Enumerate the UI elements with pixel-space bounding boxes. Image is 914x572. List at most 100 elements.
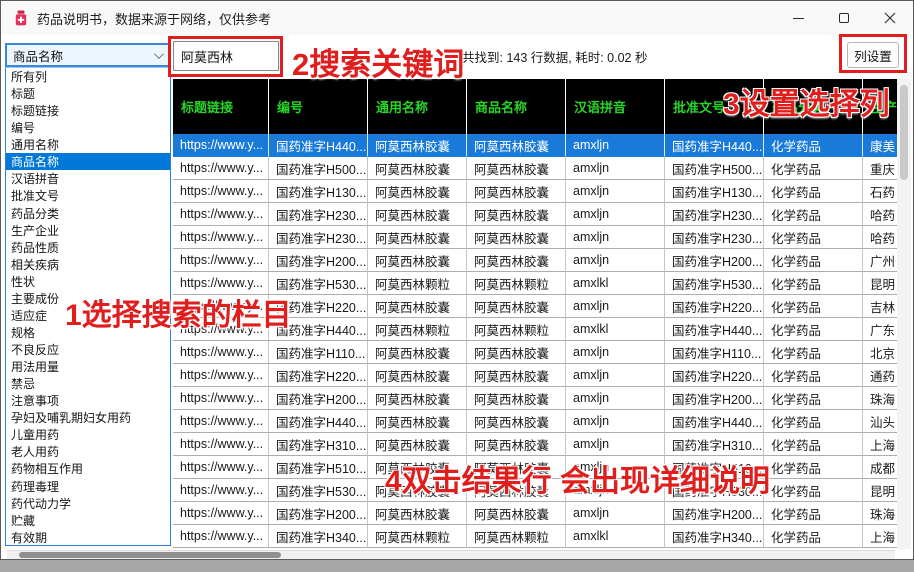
table-cell: 国药准字H500... — [269, 157, 368, 180]
vertical-scrollbar-thumb[interactable] — [900, 85, 908, 180]
column-header[interactable]: 通用名称 — [368, 79, 467, 134]
table-row[interactable]: https://www.y...国药准字H130...阿莫西林胶囊阿莫西林胶囊a… — [173, 180, 897, 203]
table-cell: 国药准字H230... — [665, 226, 764, 249]
table-cell: https://www.y... — [173, 364, 269, 387]
table-cell: 阿莫西林胶囊 — [368, 249, 467, 272]
column-header[interactable]: 商品名称 — [467, 79, 566, 134]
list-item[interactable]: 药品分类 — [6, 205, 170, 222]
list-item[interactable]: 老人用药 — [6, 443, 170, 460]
horizontal-scrollbar[interactable] — [7, 550, 895, 559]
list-item[interactable]: 药代动力学 — [6, 495, 170, 512]
table-row[interactable]: https://www.y...国药准字H230...阿莫西林胶囊阿莫西林胶囊a… — [173, 226, 897, 249]
list-item[interactable]: 禁忌 — [6, 375, 170, 392]
result-status-text: 共找到: 143 行数据, 耗时: 0.02 秒 — [462, 47, 647, 66]
list-item[interactable]: 有效期 — [6, 529, 170, 546]
table-cell: 阿莫西林胶囊 — [368, 226, 467, 249]
table-row[interactable]: https://www.y...国药准字H110...阿莫西林胶囊阿莫西林胶囊a… — [173, 341, 897, 364]
column-header[interactable]: 标题链接 — [173, 79, 269, 134]
table-row[interactable]: https://www.y...国药准字H310...阿莫西林胶囊阿莫西林胶囊a… — [173, 433, 897, 456]
list-item[interactable]: 贮藏 — [6, 512, 170, 529]
table-cell: 化学药品 — [764, 249, 863, 272]
list-item[interactable]: 相关疾病 — [6, 256, 170, 273]
table-cell: https://www.y... — [173, 134, 269, 157]
table-row[interactable]: https://www.y...国药准字H200...阿莫西林胶囊阿莫西林胶囊a… — [173, 387, 897, 410]
table-cell: 化学药品 — [764, 180, 863, 203]
table-cell: https://www.y... — [173, 525, 269, 548]
table-cell: 阿莫西林颗粒 — [467, 272, 566, 295]
table-cell: 化学药品 — [764, 387, 863, 410]
table-cell: 阿莫西林胶囊 — [368, 502, 467, 525]
list-item[interactable]: 药物相互作用 — [6, 460, 170, 477]
table-row[interactable]: https://www.y...国药准字H220...阿莫西林胶囊阿莫西林胶囊a… — [173, 364, 897, 387]
table-row[interactable]: https://www.y...国药准字H340...阿莫西林颗粒阿莫西林颗粒a… — [173, 525, 897, 548]
list-item[interactable]: 批准文号 — [6, 187, 170, 204]
list-item[interactable]: 药理毒理 — [6, 478, 170, 495]
table-cell: 阿莫西林胶囊 — [368, 410, 467, 433]
table-cell: 哈药 — [863, 226, 897, 249]
table-row[interactable]: https://www.y...国药准字H440...阿莫西林胶囊阿莫西林胶囊a… — [173, 410, 897, 433]
table-cell: 阿莫西林颗粒 — [467, 525, 566, 548]
close-button[interactable] — [867, 1, 913, 35]
table-cell: 化学药品 — [764, 157, 863, 180]
annotation-box-search — [168, 36, 283, 77]
annotation-step3: 3设置选择列 — [723, 79, 890, 123]
list-item[interactable]: 性状 — [6, 273, 170, 290]
horizontal-scrollbar-thumb[interactable] — [19, 552, 281, 558]
list-item[interactable]: 注意事项 — [6, 392, 170, 409]
table-cell: https://www.y... — [173, 249, 269, 272]
table-row[interactable]: https://www.y...国药准字H500...阿莫西林胶囊阿莫西林胶囊a… — [173, 157, 897, 180]
table-row[interactable]: https://www.y...国药准字H200...阿莫西林胶囊阿莫西林胶囊a… — [173, 249, 897, 272]
table-cell: 国药准字H200... — [269, 502, 368, 525]
table-cell: 国药准字H230... — [665, 203, 764, 226]
list-item[interactable]: 汉语拼音 — [6, 170, 170, 187]
table-cell: amxljn — [566, 387, 665, 410]
table-cell: 国药准字H440... — [269, 410, 368, 433]
list-item[interactable]: 不良反应 — [6, 341, 170, 358]
table-cell: 国药准字H310... — [269, 433, 368, 456]
search-column-select[interactable]: 商品名称 — [5, 43, 171, 67]
table-row[interactable]: https://www.y...国药准字H230...阿莫西林胶囊阿莫西林胶囊a… — [173, 203, 897, 226]
list-item[interactable]: 通用名称 — [6, 136, 170, 153]
list-item[interactable]: 用法用量 — [6, 358, 170, 375]
table-cell: 国药准字H500... — [665, 157, 764, 180]
table-cell: 昆明 — [863, 479, 897, 502]
list-item[interactable]: 标题 — [6, 85, 170, 102]
table-cell: 国药准字H340... — [665, 525, 764, 548]
table-cell: 阿莫西林胶囊 — [368, 295, 467, 318]
list-item[interactable]: 药品性质 — [6, 239, 170, 256]
maximize-button[interactable] — [821, 1, 867, 35]
table-cell: 阿莫西林胶囊 — [467, 433, 566, 456]
table-row[interactable]: https://www.y...国药准字H200...阿莫西林胶囊阿莫西林胶囊a… — [173, 502, 897, 525]
table-cell: 阿莫西林胶囊 — [467, 157, 566, 180]
list-item[interactable]: 所有列 — [6, 68, 170, 85]
table-cell: 珠海 — [863, 502, 897, 525]
table-cell: 化学药品 — [764, 134, 863, 157]
table-cell: 化学药品 — [764, 341, 863, 364]
table-cell: 化学药品 — [764, 364, 863, 387]
table-cell: 阿莫西林颗粒 — [368, 318, 467, 341]
table-cell: 化学药品 — [764, 203, 863, 226]
list-item[interactable]: 标题链接 — [6, 102, 170, 119]
list-item[interactable]: 生产企业 — [6, 222, 170, 239]
column-header[interactable]: 汉语拼音 — [566, 79, 665, 134]
table-row[interactable]: https://www.y...国药准字H440...阿莫西林胶囊阿莫西林胶囊a… — [173, 134, 897, 157]
list-item[interactable]: 商品名称 — [6, 153, 170, 170]
list-item[interactable]: 儿童用药 — [6, 426, 170, 443]
list-item[interactable]: 编号 — [6, 119, 170, 136]
table-cell: amxlkl — [566, 318, 665, 341]
app-window: 药品说明书，数据来源于网络，仅供参考 商品名称 阿莫西林 共找到: 143 行数… — [0, 0, 914, 560]
table-cell: https://www.y... — [173, 157, 269, 180]
table-cell: 国药准字H340... — [269, 525, 368, 548]
vertical-scrollbar[interactable] — [897, 79, 911, 549]
list-item[interactable]: 孕妇及哺乳期妇女用药 — [6, 409, 170, 426]
table-cell: 国药准字H530... — [269, 479, 368, 502]
column-header[interactable]: 编号 — [269, 79, 368, 134]
table-cell: 国药准字H220... — [269, 364, 368, 387]
table-cell: amxljn — [566, 249, 665, 272]
table-cell: https://www.y... — [173, 410, 269, 433]
close-icon — [884, 12, 896, 24]
minimize-button[interactable] — [775, 1, 821, 35]
table-cell: 国药准字H110... — [665, 341, 764, 364]
table-cell: 阿莫西林胶囊 — [467, 364, 566, 387]
table-cell: amxljn — [566, 226, 665, 249]
